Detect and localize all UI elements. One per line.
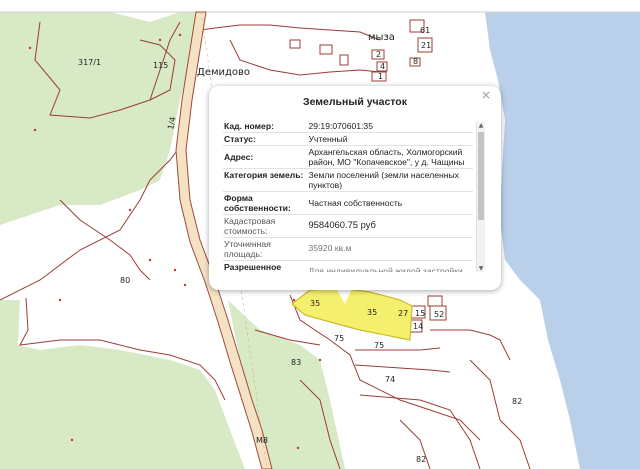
table-row: Адрес: Архангельская область, Холмогорск… <box>223 145 473 169</box>
table-row: Статус: Учтенный <box>223 132 473 146</box>
attr-value-address: Архангельская область, Холмогорский райо… <box>307 145 473 169</box>
attr-label: Кадастровая стоимость: <box>223 214 308 238</box>
parcel-label: 75 <box>374 341 384 350</box>
parcel-label: 82 <box>512 397 522 406</box>
attr-label: Статус: <box>223 132 308 146</box>
popup-title: Земельный участок <box>303 96 407 108</box>
road-label-m8: М8 <box>256 436 268 445</box>
parcel-label: 27 <box>398 309 408 318</box>
parcel-label: 80 <box>120 276 130 285</box>
attr-value-permitted-use: Для индивидуальной жилой застройки <box>307 260 473 272</box>
parcel-label: 1 <box>378 72 383 81</box>
attr-label: Разрешенное <box>223 260 308 272</box>
building <box>339 54 349 66</box>
attr-value-ownership: Частная собственность <box>307 191 473 215</box>
table-row: Форма собственности: Частная собственнос… <box>223 191 473 215</box>
parcel-label: 82 <box>416 455 426 464</box>
scroll-up-icon[interactable]: ▲ <box>477 122 485 129</box>
parcel-label: 8 <box>413 57 418 66</box>
parcel-info-popup: × Земельный участок Кад. номер: 29:19:07… <box>209 86 501 290</box>
parcel-attributes-table: Кад. номер: 29:19:070601:35 Статус: Учте… <box>223 120 473 272</box>
attr-value-area: 35920 кв.м <box>307 237 473 261</box>
building <box>289 39 301 49</box>
popup-content[interactable]: Кад. номер: 29:19:070601:35 Статус: Учте… <box>223 120 485 272</box>
parcel-label: 4 <box>380 62 385 71</box>
parcel-label: 61 <box>420 26 430 35</box>
parcel-label: 2 <box>376 50 381 59</box>
parcel-label: 35 <box>367 308 377 317</box>
parcel-label: 317/1 <box>78 58 101 67</box>
popup-scrollbar[interactable]: ▲ ▼ <box>476 122 485 272</box>
parcel-label: 35 <box>310 299 320 308</box>
parcel-label: 74 <box>385 375 395 384</box>
attr-value-land-category: Земли поселений (земли населенных пункто… <box>307 168 473 192</box>
scrollbar-thumb[interactable] <box>478 132 484 220</box>
table-row: Уточненная площадь: 35920 кв.м <box>223 237 473 261</box>
scroll-down-icon[interactable]: ▼ <box>477 265 485 272</box>
attr-label: Категория земель: <box>223 168 308 192</box>
attr-label: Форма собственности: <box>223 191 308 215</box>
parcel-label: 83 <box>291 358 301 367</box>
parcel-label: 75 <box>334 334 344 343</box>
top-strip <box>0 0 640 12</box>
building <box>319 44 333 55</box>
parcel-label: 21 <box>421 41 431 50</box>
table-row: Разрешенное Для индивидуальной жилой зас… <box>223 260 473 272</box>
building <box>427 295 443 307</box>
table-row: Кад. номер: 29:19:070601:35 <box>223 120 473 133</box>
parcel-label: 115 <box>153 61 168 70</box>
parcel-label: 15 <box>415 309 425 318</box>
place-name-partial-label: мыза <box>368 32 395 43</box>
table-row: Категория земель: Земли поселений (земли… <box>223 168 473 192</box>
attr-value-cadastral-number: 29:19:070601:35 <box>307 120 473 133</box>
attr-label: Уточненная площадь: <box>223 237 308 261</box>
place-name-label: Демидово <box>197 67 250 78</box>
table-row: Кадастровая стоимость: 9584060.75 руб <box>223 214 473 238</box>
parcel-label: 14 <box>413 322 423 331</box>
attr-value-status: Учтенный <box>307 132 473 146</box>
attr-label: Кад. номер: <box>223 120 308 133</box>
parcel-label: 52 <box>434 310 444 319</box>
attr-value-cadastral-cost: 9584060.75 руб <box>307 214 473 238</box>
attr-label: Адрес: <box>223 145 308 169</box>
